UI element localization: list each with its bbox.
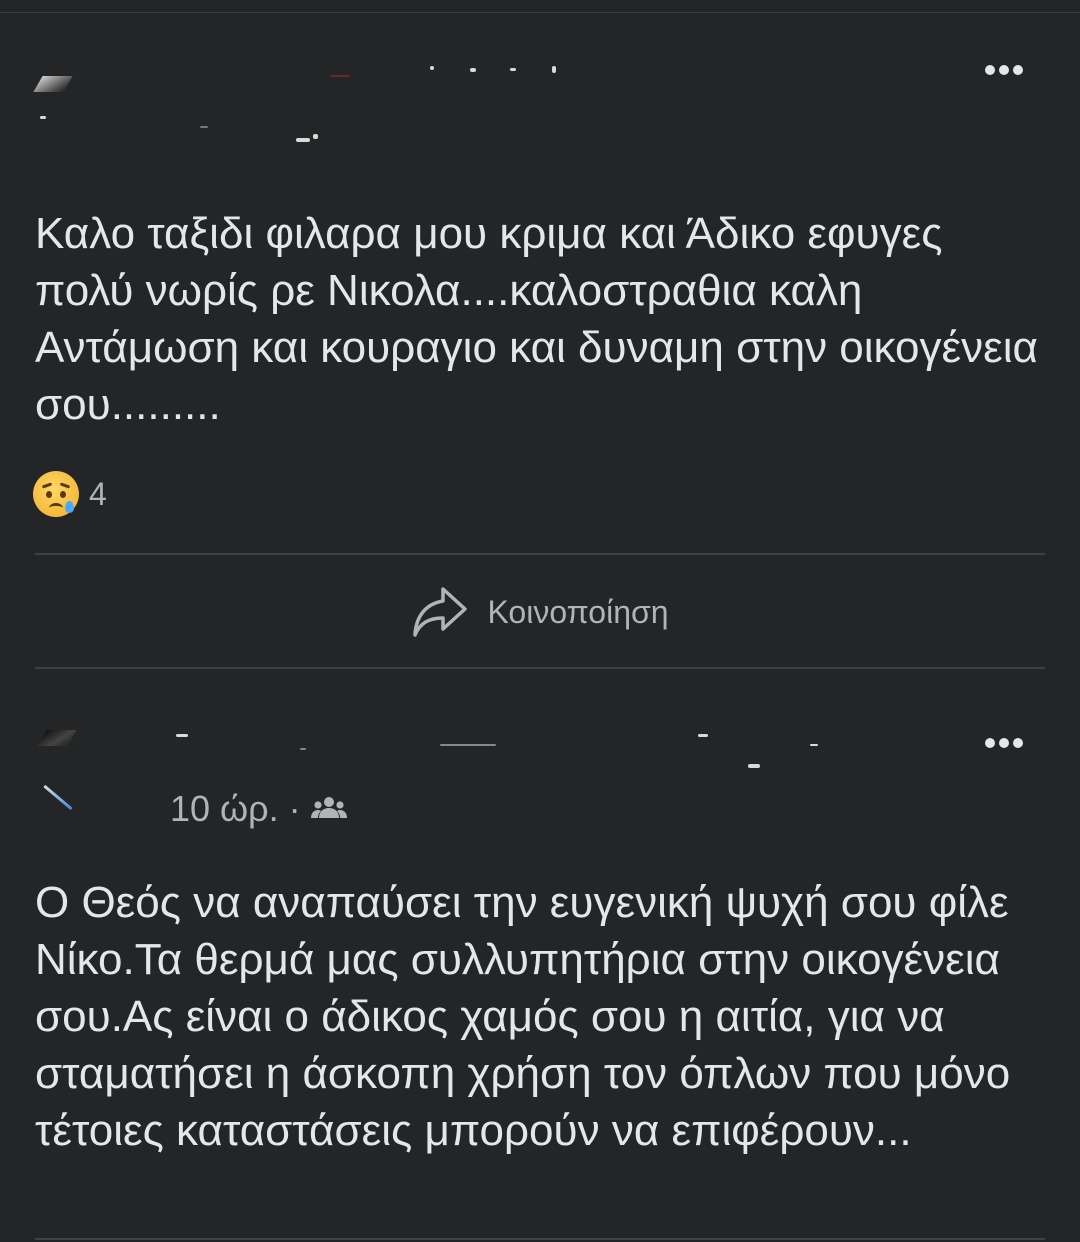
- share-arrow-icon: [413, 587, 468, 637]
- post-timestamp[interactable]: 10 ώρ.: [170, 788, 279, 830]
- post-body-text: Ο Θεός να αναπαύσει την ευγενική ψυχή σο…: [35, 878, 1023, 1155]
- avatar[interactable]: [33, 76, 73, 92]
- post-body-text: Καλο ταξιδι φιλαρα μου κριμα και Άδικο ε…: [35, 209, 1051, 429]
- more-dot-icon: [1013, 65, 1023, 75]
- divider: [35, 1238, 1045, 1240]
- more-options-button[interactable]: [980, 58, 1028, 82]
- more-dot-icon: [985, 65, 995, 75]
- reaction-count: 4: [89, 475, 107, 512]
- share-label: Κοινοποίηση: [487, 593, 669, 630]
- sad-face-icon: [33, 471, 79, 517]
- share-button[interactable]: Κοινοποίηση: [0, 583, 1080, 641]
- meta-separator: ·: [288, 788, 301, 829]
- post-card: Καλο ταξιδι φιλαρα μου κριμα και Άδικο ε…: [0, 0, 1080, 669]
- friends-icon[interactable]: [310, 794, 347, 824]
- post-meta: 10 ώρ. ·: [170, 787, 347, 831]
- reaction-summary[interactable]: 4: [33, 470, 107, 518]
- more-dot-icon: [1013, 738, 1023, 748]
- more-dot-icon: [999, 738, 1009, 748]
- more-dot-icon: [999, 65, 1009, 75]
- more-options-button[interactable]: [980, 731, 1028, 755]
- more-dot-icon: [985, 738, 995, 748]
- divider: [35, 553, 1045, 555]
- avatar[interactable]: [37, 730, 77, 746]
